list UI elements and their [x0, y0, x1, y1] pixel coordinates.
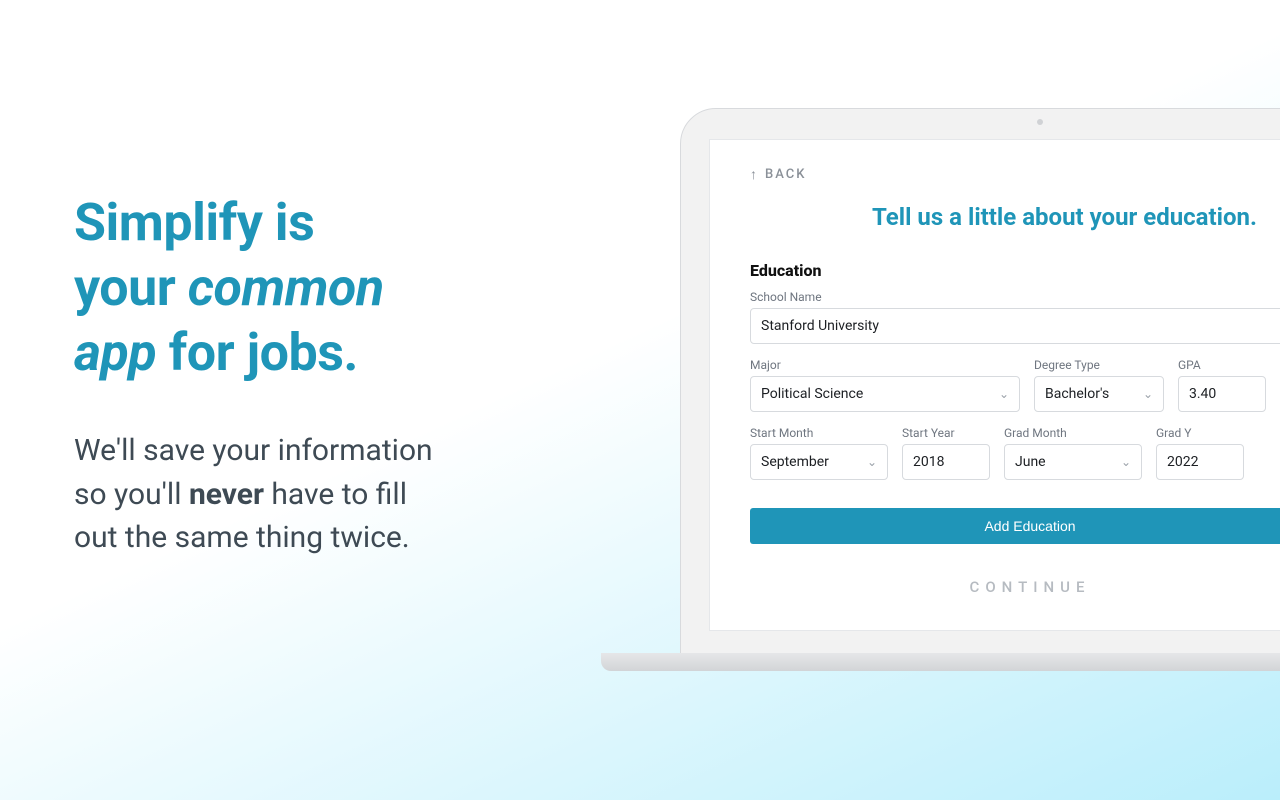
degree-select[interactable]: Bachelor's ⌄	[1034, 376, 1164, 412]
sub-line2c: have to fill	[264, 477, 407, 512]
headline-line3b: for jobs.	[156, 322, 358, 383]
marketing-copy: Simplify is your common app for jobs. We…	[74, 190, 594, 560]
label-start-month: Start Month	[750, 426, 888, 440]
sub-line2a: so you'll	[74, 477, 189, 512]
start-year-value: 2018	[913, 454, 944, 470]
sub-line2b: never	[189, 477, 264, 512]
section-heading: Education	[750, 261, 1280, 280]
education-section: Education School Name Stanford Universit…	[750, 261, 1280, 596]
label-grad-year: Grad Y	[1156, 426, 1244, 440]
arrow-up-icon: ↑	[750, 166, 757, 183]
app-screen: ↑ BACK ~ 5 minut Tell us a little about …	[709, 139, 1280, 631]
major-value: Political Science	[761, 386, 863, 402]
chevron-down-icon: ⌄	[867, 455, 877, 469]
sub-line1: We'll save your information	[74, 433, 433, 468]
grad-year-value: 2022	[1167, 454, 1198, 470]
laptop-mock: ↑ BACK ~ 5 minut Tell us a little about …	[680, 108, 1280, 654]
headline-line3a: app	[74, 322, 156, 383]
chevron-down-icon: ⌄	[1121, 455, 1131, 469]
continue-button[interactable]: CONTINUE	[750, 578, 1280, 596]
headline: Simplify is your common app for jobs.	[74, 190, 594, 385]
school-input[interactable]: Stanford University	[750, 308, 1280, 344]
sub-line3: out the same thing twice.	[74, 520, 410, 555]
headline-line1: Simplify is	[74, 192, 314, 253]
continue-label: CONTINUE	[970, 578, 1091, 596]
chevron-down-icon: ⌄	[1143, 387, 1153, 401]
top-bar: ↑ BACK ~ 5 minut	[750, 166, 1280, 183]
add-education-label: Add Education	[984, 518, 1075, 534]
label-degree: Degree Type	[1034, 358, 1164, 372]
school-value: Stanford University	[761, 318, 879, 334]
back-button[interactable]: ↑ BACK	[750, 166, 806, 183]
gpa-value: 3.40	[1189, 386, 1216, 402]
grad-year-input[interactable]: 2022	[1156, 444, 1244, 480]
start-month-value: September	[761, 454, 829, 470]
camera-dot-icon	[1037, 119, 1043, 125]
chevron-down-icon: ⌄	[999, 387, 1009, 401]
gpa-input[interactable]: 3.40	[1178, 376, 1266, 412]
grad-month-select[interactable]: June ⌄	[1004, 444, 1142, 480]
subheadline: We'll save your information so you'll ne…	[74, 429, 594, 560]
back-label: BACK	[765, 167, 806, 182]
label-major: Major	[750, 358, 1020, 372]
major-select[interactable]: Political Science ⌄	[750, 376, 1020, 412]
degree-value: Bachelor's	[1045, 386, 1109, 402]
form-title: Tell us a little about your education.	[750, 203, 1280, 231]
label-start-year: Start Year	[902, 426, 990, 440]
grad-month-value: June	[1015, 454, 1046, 470]
start-year-input[interactable]: 2018	[902, 444, 990, 480]
label-school: School Name	[750, 290, 1280, 304]
headline-line2a: your	[74, 257, 188, 318]
label-grad-month: Grad Month	[1004, 426, 1142, 440]
start-month-select[interactable]: September ⌄	[750, 444, 888, 480]
headline-line2b: common	[188, 257, 384, 318]
label-gpa: GPA	[1178, 358, 1266, 372]
add-education-button[interactable]: Add Education	[750, 508, 1280, 544]
